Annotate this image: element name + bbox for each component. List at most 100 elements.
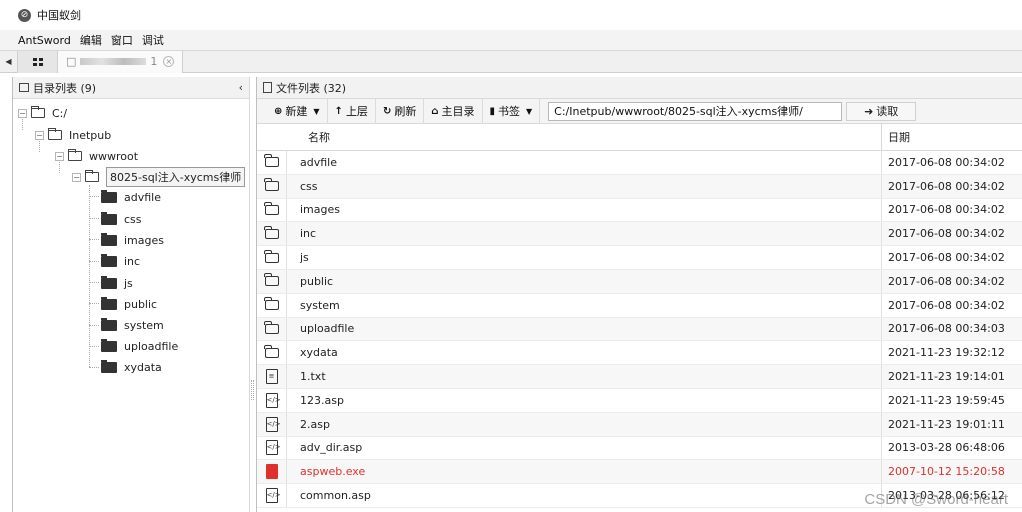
tree-node-child[interactable]: public: [101, 294, 157, 314]
tree-node-label: Inetpub: [69, 128, 112, 142]
collapse-toggle-icon[interactable]: −: [18, 108, 27, 118]
tree-node-label: inc: [124, 254, 141, 268]
tree-node-child[interactable]: css: [101, 209, 142, 229]
tree-node-child[interactable]: xydata: [101, 357, 162, 377]
tab-shell[interactable]: □ 1 ×: [58, 50, 184, 73]
bookmark-icon: ▮: [489, 105, 496, 117]
file-row[interactable]: xydata 2021-11-23 19:32:12: [257, 341, 1022, 366]
home-button[interactable]: ⌂ 主目录: [424, 98, 483, 124]
watermark: CSDN @Sword-heart: [864, 491, 1008, 508]
file-icon-cell: [257, 198, 287, 222]
file-row[interactable]: inc 2017-06-08 00:34:02: [257, 222, 1022, 247]
file-name: system: [287, 293, 882, 317]
file-icon-cell: [257, 222, 287, 246]
tree-node-label: uploadfile: [124, 339, 179, 353]
redacted-host: [80, 58, 147, 65]
tree-node-label: wwwroot: [89, 149, 139, 163]
path-input[interactable]: [548, 101, 843, 121]
menu-window[interactable]: 窗口: [111, 32, 133, 48]
tree-node-inetpub[interactable]: − Inetpub: [35, 125, 111, 145]
file-icon-cell: [257, 460, 287, 484]
tree-node-child[interactable]: js: [101, 273, 133, 293]
folder-icon: [101, 296, 117, 310]
menu-debug[interactable]: 调试: [142, 32, 164, 48]
column-header-name[interactable]: 名称: [257, 123, 882, 151]
file-panel-title: 文件列表 (32): [276, 81, 347, 95]
file-name: 123.asp: [287, 388, 882, 412]
code-file-icon: </>: [265, 488, 281, 504]
file-icon-cell: [257, 293, 287, 317]
up-button-label: 上层: [345, 105, 368, 118]
tab-home-grid[interactable]: [18, 50, 58, 73]
tree-node-child[interactable]: advfile: [101, 187, 161, 207]
file-name: common.asp: [287, 484, 882, 507]
new-button[interactable]: ⊕ 新建 ▼: [267, 98, 328, 124]
menu-edit[interactable]: 编辑: [80, 32, 102, 48]
text-file-icon: ≡: [265, 369, 278, 385]
up-button[interactable]: ↑ 上层: [328, 98, 376, 124]
file-grid-body: advfile 2017-06-08 00:34:02 css 2017-06-08 …: [257, 151, 1022, 508]
file-row[interactable]: </> 123.asp 2021-11-23 19:59:45: [257, 388, 1022, 413]
file-row[interactable]: aspweb.exe 2007-10-12 15:20:58: [257, 460, 1022, 485]
file-row[interactable]: uploadfile 2017-06-08 00:34:03: [257, 317, 1022, 342]
collapse-toggle-icon[interactable]: −: [72, 172, 81, 182]
tree-node-child[interactable]: system: [101, 315, 164, 335]
folder-open-icon: [48, 128, 62, 140]
directory-panel-title: 目录列表 (9): [33, 81, 97, 95]
file-date: 2017-06-08 00:34:02: [888, 227, 1005, 241]
file-row[interactable]: public 2017-06-08 00:34:02: [257, 269, 1022, 294]
file-row[interactable]: js 2017-06-08 00:34:02: [257, 246, 1022, 270]
bookmark-button-label: 书签: [498, 105, 521, 118]
file-name: xydata: [287, 341, 882, 365]
tree-node-child[interactable]: uploadfile: [101, 336, 178, 356]
file-date: 2021-11-23 19:01:11: [888, 417, 1005, 431]
refresh-button-label: 刷新: [394, 105, 417, 118]
file-icon-cell: </>: [257, 436, 287, 460]
file-name: advfile: [287, 151, 882, 174]
panel-splitter-handle[interactable]: [251, 380, 254, 400]
tree-node-site[interactable]: − 8025-sql注入-xycms律师: [72, 167, 246, 187]
tree-node-child[interactable]: images: [101, 230, 164, 250]
file-grid-header: 名称 日期: [257, 123, 1022, 151]
bookmark-button[interactable]: ▮ 书签 ▼: [483, 98, 541, 124]
menu-antsword[interactable]: AntSword: [18, 34, 71, 47]
file-row[interactable]: </> adv_dir.asp 2013-03-28 06:48:06: [257, 436, 1022, 461]
tab-scroll-left-button[interactable]: ◀: [0, 50, 18, 73]
file-row[interactable]: ≡ 1.txt 2021-11-23 19:14:01: [257, 365, 1022, 389]
read-button[interactable]: ➜ 读取: [846, 101, 917, 121]
collapse-left-button[interactable]: ‹: [239, 81, 243, 94]
collapse-toggle-icon[interactable]: −: [35, 130, 44, 140]
tree-node-wwwroot[interactable]: − wwwroot: [55, 146, 138, 166]
file-row[interactable]: </> 2.asp 2021-11-23 19:01:11: [257, 412, 1022, 437]
tree-node-label: xydata: [124, 360, 162, 374]
file-date: 2013-03-28 06:48:06: [888, 441, 1005, 455]
new-button-label: 新建: [285, 105, 308, 118]
file-date: 2017-06-08 00:34:02: [888, 179, 1005, 193]
folder-icon: [264, 344, 279, 358]
file-row[interactable]: advfile 2017-06-08 00:34:02: [257, 151, 1022, 175]
file-row[interactable]: css 2017-06-08 00:34:02: [257, 174, 1022, 199]
folder-open-icon: [85, 170, 99, 182]
file-date: 2007-10-12 15:20:58: [888, 465, 1005, 479]
code-file-icon: </>: [265, 392, 281, 408]
file-outline-icon: [263, 82, 272, 93]
folder-icon: [264, 201, 279, 215]
home-icon: ⌂: [431, 105, 439, 117]
refresh-button[interactable]: ↻ 刷新: [376, 98, 425, 124]
close-icon[interactable]: ×: [163, 56, 175, 67]
column-header-date[interactable]: 日期: [882, 129, 910, 145]
folder-icon: [101, 359, 117, 373]
refresh-icon: ↻: [382, 105, 392, 117]
folder-icon: [101, 275, 117, 289]
title-bar: ⊘ 中国蚁剑: [0, 0, 1022, 30]
collapse-toggle-icon[interactable]: −: [55, 151, 64, 161]
tree-node-root[interactable]: − C:/: [18, 103, 67, 123]
file-row[interactable]: images 2017-06-08 00:34:02: [257, 198, 1022, 223]
folder-icon: [264, 297, 279, 311]
folder-icon: [101, 211, 117, 225]
file-date: 2021-11-23 19:14:01: [888, 370, 1005, 384]
tab-shell-suffix: 1: [150, 55, 158, 68]
tab-shell-prefix: □: [66, 55, 77, 68]
file-row[interactable]: system 2017-06-08 00:34:02: [257, 293, 1022, 318]
tree-node-child[interactable]: inc: [101, 251, 140, 271]
